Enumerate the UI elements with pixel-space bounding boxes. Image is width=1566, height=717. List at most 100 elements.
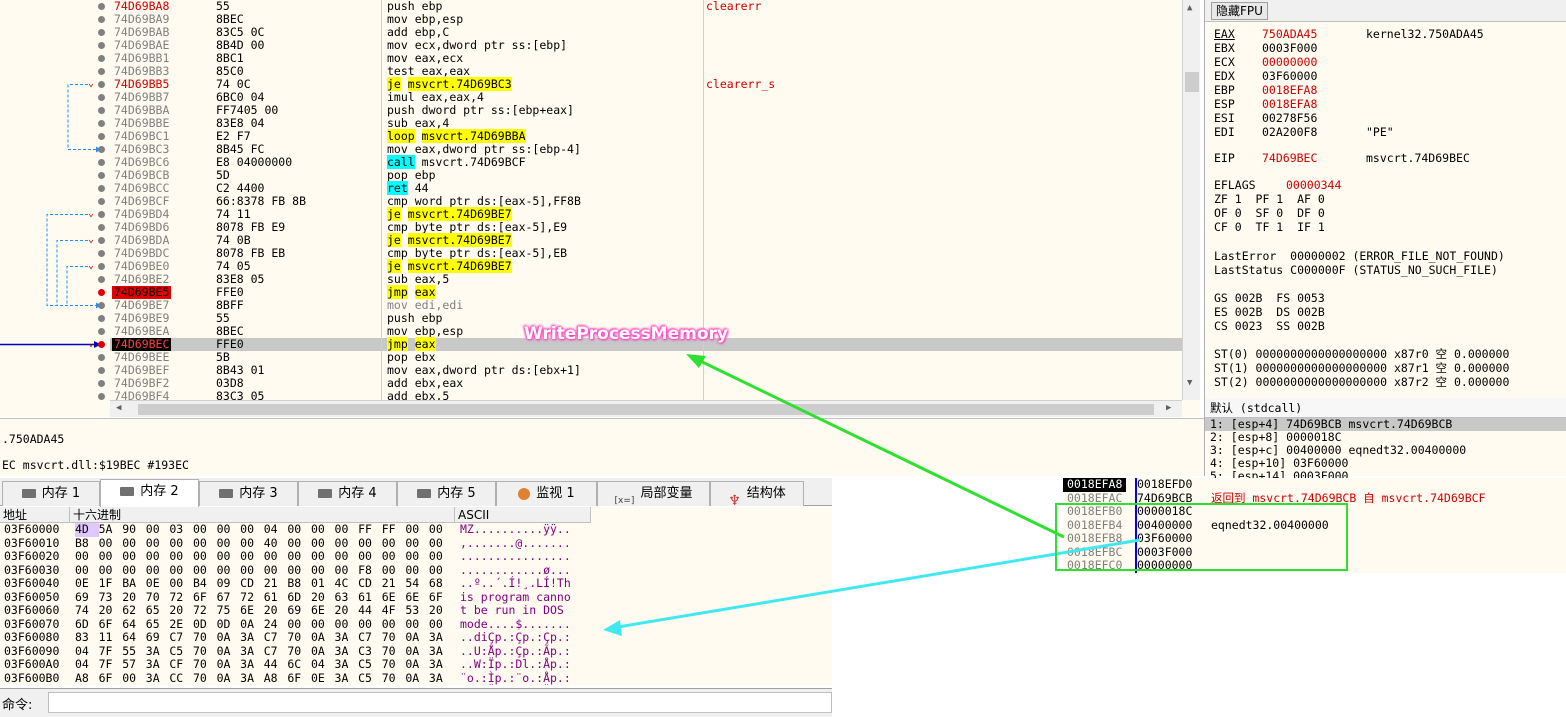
disasm-row[interactable]: 74D69BEE 5B pop ebx [110, 351, 1182, 364]
hex-byte[interactable]: 3A [335, 644, 359, 659]
hex-byte[interactable]: 3A [429, 630, 453, 645]
hex-byte[interactable]: 00 [240, 563, 264, 578]
dump-row[interactable]: 03F60030 00 00 00 00 00 00 00 00 00 00 00 00 F8 00 00 00… [0, 563, 600, 578]
hex-byte[interactable]: 55 [122, 644, 146, 659]
dump-hex-bytes[interactable]: 0E 1F BA 0E 00 B4 09 CD 21 B8 01 4C CD 21 54 68 [75, 576, 453, 591]
hex-byte[interactable]: 00 [429, 617, 453, 632]
breakpoint-slot-icon[interactable] [98, 393, 105, 400]
breakpoint-slot-icon[interactable] [98, 224, 105, 231]
registers-pane[interactable]: 隐藏FPU EAX 750ADA45 kernel32.750ADA45 EBX 000… [1204, 0, 1566, 398]
hex-byte[interactable]: 00 [240, 536, 264, 551]
hex-byte[interactable]: 04 [75, 657, 99, 672]
hex-byte[interactable]: 7F [99, 657, 123, 672]
hex-byte[interactable]: 00 [429, 563, 453, 578]
hex-byte[interactable]: 72 [193, 603, 217, 618]
hex-byte[interactable]: 00 [335, 522, 359, 537]
hex-byte[interactable]: 4D [75, 522, 99, 537]
hex-byte[interactable]: 6F [99, 617, 123, 632]
dump-row[interactable]: 03F60080 83 11 64 69 C7 70 0A 3A C7 70 0A 3A C7 70 0A 3A… [0, 630, 600, 645]
hex-byte[interactable]: 6E [382, 590, 406, 605]
disasm-row[interactable]: 74D69BB5 74 0C je msvcrt.74D69BC3 clearerr_… [110, 77, 1182, 91]
disasm-row[interactable]: 74D69BF4 83C3 05 add ebx,5 [110, 390, 1182, 401]
hex-byte[interactable]: 21 [264, 576, 288, 591]
hex-byte[interactable]: CF [169, 657, 193, 672]
hex-byte[interactable]: 00 [193, 522, 217, 537]
breakpoint-slot-icon[interactable] [98, 94, 105, 101]
dump-hex-bytes[interactable]: 83 11 64 69 C7 70 0A 3A C7 70 0A 3A C7 70 0A 3A [75, 630, 453, 645]
disasm-row[interactable]: 74D69BE9 55 push ebp [110, 312, 1182, 325]
hex-byte[interactable]: 65 [146, 603, 170, 618]
disasm-row[interactable]: 74D69BAE 8B4D 00 mov ecx,dword ptr ss:[ebp… [110, 39, 1182, 52]
register-value[interactable]: 750ADA45 [1262, 28, 1317, 41]
breakpoint-slot-icon[interactable] [98, 172, 105, 179]
hex-byte[interactable]: 00 [193, 549, 217, 564]
hex-byte[interactable]: 00 [122, 671, 146, 686]
hex-byte[interactable]: 0A [240, 617, 264, 632]
dump-row[interactable]: 03F60000 4D 5A 90 00 03 00 00 00 04 00 00 00 FF FF 00 00… [0, 522, 600, 537]
stack-value[interactable]: 74D69BCB [1137, 491, 1192, 506]
hex-byte[interactable]: C5 [358, 657, 382, 672]
hex-byte[interactable]: 0A [217, 630, 241, 645]
stack-value[interactable]: 0018EFD0 [1137, 478, 1192, 492]
register-name[interactable]: ESP [1214, 98, 1235, 111]
tab-7[interactable]: [x=] 局部变量 [597, 481, 710, 506]
hex-byte[interactable]: 70 [382, 630, 406, 645]
stack-row[interactable]: 0018EFB8 03F60000 [1063, 531, 1566, 546]
dump-hex-bytes[interactable]: 69 73 20 70 72 6F 67 72 61 6D 20 63 61 6E 6E 6F [75, 590, 453, 605]
stack-row[interactable]: 0018EFA8 0018EFD0 [1063, 478, 1566, 492]
hex-byte[interactable]: 00 [382, 617, 406, 632]
hex-byte[interactable]: 0A [405, 630, 429, 645]
hex-byte[interactable]: 00 [122, 536, 146, 551]
tab-3[interactable]: 内存 3 [199, 481, 298, 506]
stack-row[interactable]: 0018EFBC 0003F000 [1063, 545, 1566, 560]
breakpoint-slot-icon[interactable] [98, 250, 105, 257]
hex-byte[interactable]: 00 [193, 536, 217, 551]
hex-byte[interactable]: 7F [99, 644, 123, 659]
disasm-row[interactable]: 74D69BE0 74 05 je msvcrt.74D69BE7 [110, 259, 1182, 273]
scroll-down-icon[interactable]: ▼ [1187, 378, 1192, 388]
breakpoint-slot-icon[interactable] [98, 380, 105, 387]
hex-byte[interactable]: 00 [146, 522, 170, 537]
register-value[interactable]: 02A200F8 [1262, 126, 1317, 139]
hex-byte[interactable]: FF [358, 522, 382, 537]
hex-byte[interactable]: 00 [382, 563, 406, 578]
hex-byte[interactable]: 83 [75, 630, 99, 645]
hex-byte[interactable]: B4 [193, 576, 217, 591]
hex-byte[interactable]: 00 [75, 563, 99, 578]
register-name[interactable]: EBX [1214, 42, 1235, 55]
register-value[interactable]: 0018EFA8 [1262, 98, 1317, 111]
hex-byte[interactable]: 3A [335, 671, 359, 686]
hex-byte[interactable]: 00 [99, 563, 123, 578]
hex-byte[interactable]: C7 [264, 644, 288, 659]
hex-byte[interactable]: 70 [146, 590, 170, 605]
breakpoint-slot-icon[interactable] [98, 302, 105, 309]
dump-hex-bytes[interactable]: 74 20 62 65 20 72 75 6E 20 69 6E 20 44 4F 53 20 [75, 603, 453, 618]
breakpoint-slot-icon[interactable] [98, 133, 105, 140]
hex-byte[interactable]: C5 [169, 644, 193, 659]
register-value[interactable]: 00278F56 [1262, 112, 1317, 125]
hex-byte[interactable]: 0A [217, 671, 241, 686]
hex-byte[interactable]: 57 [122, 657, 146, 672]
hex-byte[interactable]: 3A [240, 630, 264, 645]
hex-byte[interactable]: 00 [240, 522, 264, 537]
hex-byte[interactable]: 00 [122, 549, 146, 564]
hex-byte[interactable]: 00 [169, 536, 193, 551]
hex-byte[interactable]: 6F [99, 671, 123, 686]
hex-byte[interactable]: 0A [311, 630, 335, 645]
stack-row[interactable]: 0018EFAC 74D69BCB 返回到 msvcrt.74D69BCB 自 ms… [1063, 491, 1566, 506]
hex-byte[interactable]: 70 [287, 630, 311, 645]
dump-hex-bytes[interactable]: 4D 5A 90 00 03 00 00 00 04 00 00 00 FF FF 00 00 [75, 522, 453, 537]
register-name[interactable]: ECX [1214, 56, 1235, 69]
hex-byte[interactable]: 40 [264, 536, 288, 551]
hex-byte[interactable]: C5 [358, 671, 382, 686]
hex-byte[interactable]: 00 [217, 522, 241, 537]
hex-byte[interactable]: 01 [311, 576, 335, 591]
dump-row[interactable]: 03F60020 00 00 00 00 00 00 00 00 00 00 00 00 00 00 00 00… [0, 549, 600, 564]
disasm-row[interactable]: 74D69BAB 83C5 0C add ebp,C [110, 26, 1182, 39]
hex-byte[interactable]: 44 [358, 603, 382, 618]
scrollbar-thumb[interactable] [138, 404, 1154, 415]
hex-byte[interactable]: 20 [264, 603, 288, 618]
hex-byte[interactable]: 6F [193, 590, 217, 605]
hex-byte[interactable]: B8 [75, 536, 99, 551]
hex-byte[interactable]: 04 [311, 657, 335, 672]
